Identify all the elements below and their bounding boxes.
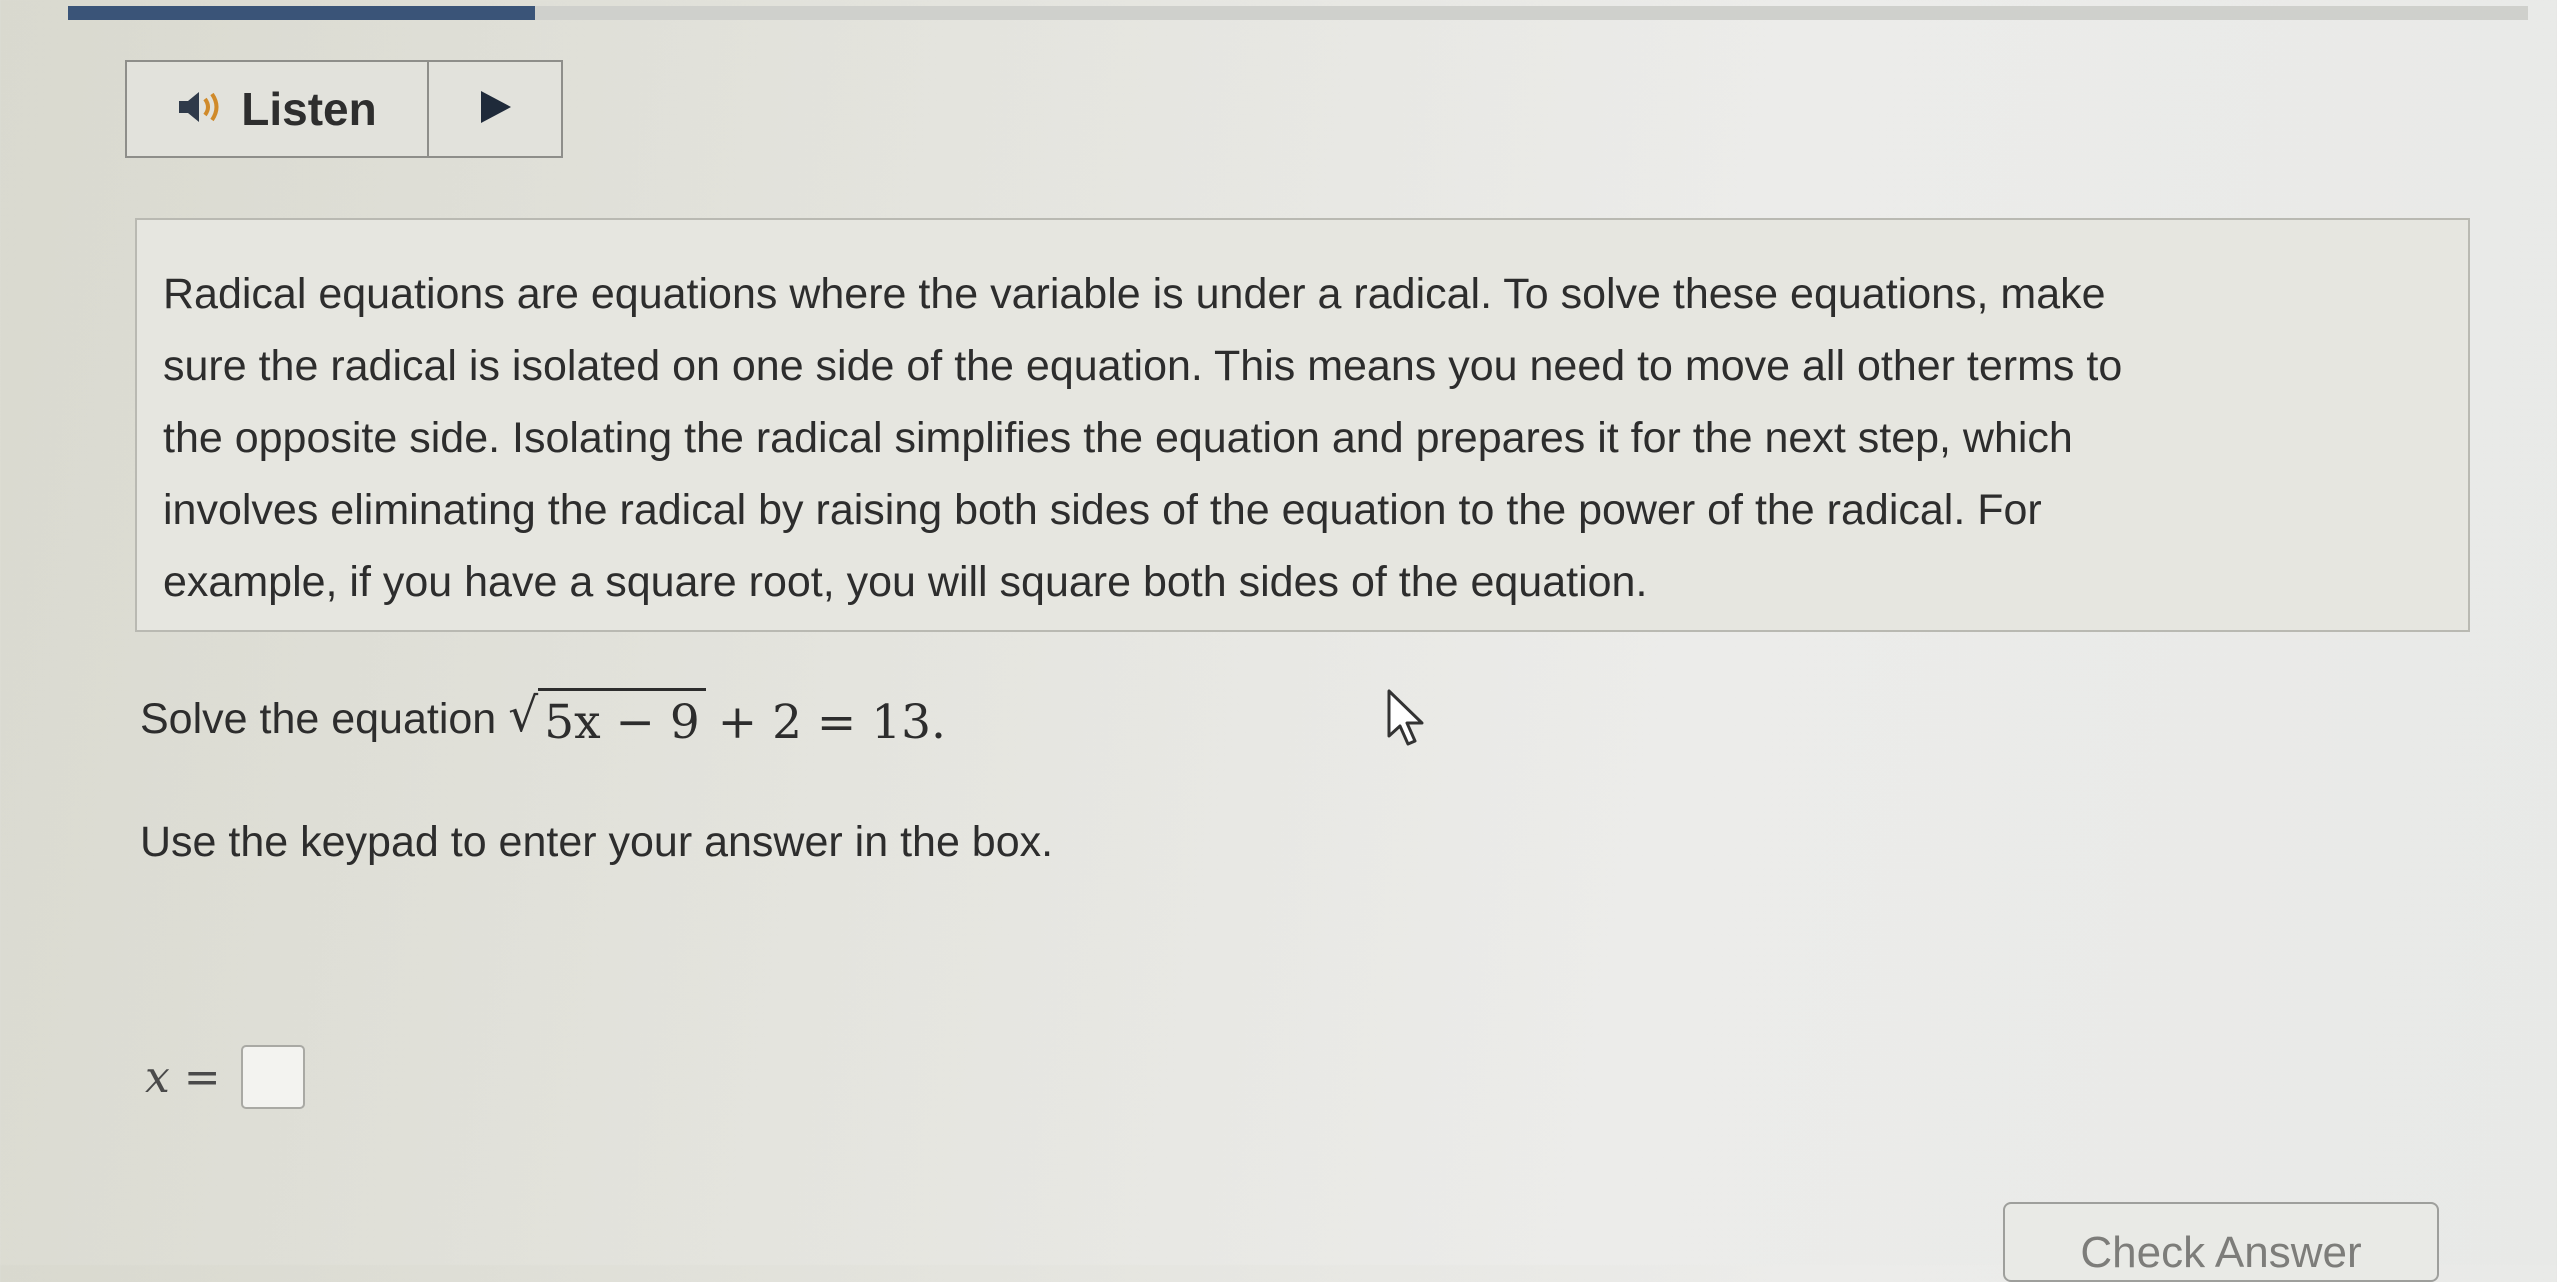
radicand: 5x − 9: [538, 688, 706, 750]
play-icon: [475, 87, 515, 132]
check-answer-button[interactable]: Check Answer: [2003, 1202, 2439, 1282]
question-prompt: Solve the equation √ 5x − 9 + 2 = 13.: [140, 688, 946, 750]
answer-row: x =: [145, 1045, 305, 1109]
answer-input[interactable]: [240, 1045, 305, 1109]
listen-toolbar: Listen: [125, 60, 563, 158]
progress-fill: [68, 6, 536, 20]
info-line: the opposite side. Isolating the radical…: [163, 414, 2073, 462]
equation: √ 5x − 9: [508, 688, 706, 750]
info-line: Radical equations are equations where th…: [163, 270, 2106, 318]
equation-tail: + 2 = 13.: [717, 695, 946, 750]
progress-bar: [68, 6, 2528, 20]
play-button[interactable]: [429, 62, 561, 156]
instruction-text: Use the keypad to enter your answer in t…: [140, 818, 1054, 866]
listen-button[interactable]: Listen: [127, 62, 429, 156]
sqrt-symbol: √: [508, 688, 539, 743]
speaker-icon: [177, 89, 227, 130]
question-prefix: Solve the equation: [140, 694, 497, 743]
listen-label: Listen: [241, 83, 377, 135]
info-line: example, if you have a square root, you …: [163, 558, 1648, 606]
info-panel: Radical equations are equations where th…: [135, 218, 2470, 632]
answer-label: x =: [145, 1051, 221, 1103]
info-line: involves eliminating the radical by rais…: [163, 486, 2042, 534]
mouse-cursor-icon: [1386, 688, 1428, 755]
info-line: sure the radical is isolated on one side…: [163, 342, 2123, 390]
